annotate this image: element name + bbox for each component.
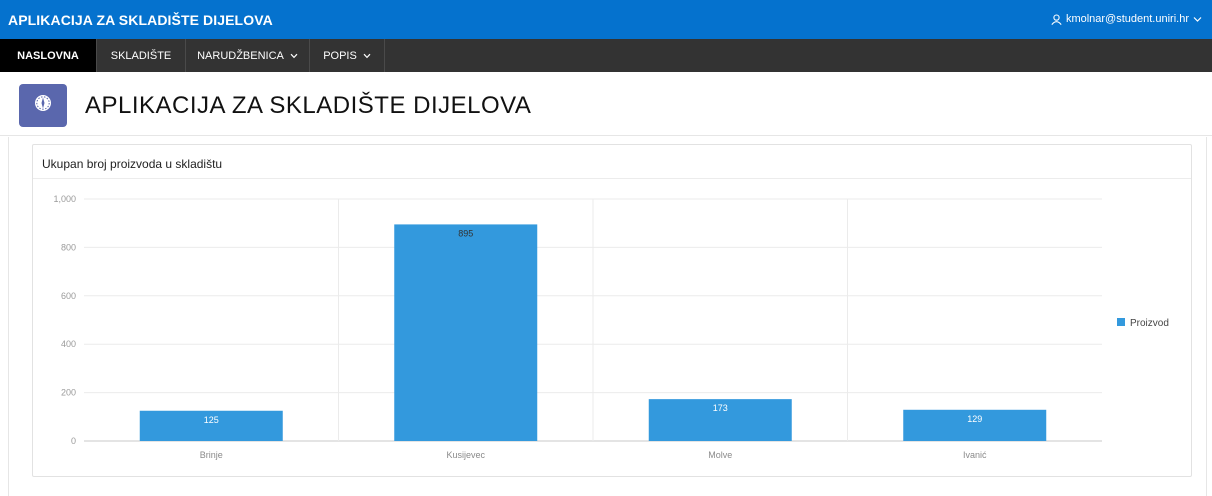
y-tick-label: 1,000 — [53, 194, 76, 204]
data-label: 895 — [458, 228, 473, 238]
y-tick-label: 800 — [61, 242, 76, 252]
y-tick-label: 200 — [61, 388, 76, 398]
bar — [394, 224, 538, 441]
data-label: 173 — [713, 403, 728, 413]
x-tick-label: Molve — [708, 450, 732, 460]
x-tick-label: Ivanić — [963, 450, 987, 460]
legend-label: Proizvod — [1130, 318, 1169, 329]
x-tick-label: Kusijevec — [446, 450, 485, 460]
y-tick-label: 0 — [71, 436, 76, 446]
y-tick-label: 600 — [61, 291, 76, 301]
bar-chart: 0 200 400 600 800 1,000 125 Brinje 895 Kusijevec 1… — [53, 194, 1169, 460]
y-tick-label: 400 — [61, 339, 76, 349]
data-label: 129 — [967, 414, 982, 424]
x-tick-label: Brinje — [200, 450, 223, 460]
legend-swatch — [1117, 318, 1125, 326]
data-label: 125 — [204, 415, 219, 425]
